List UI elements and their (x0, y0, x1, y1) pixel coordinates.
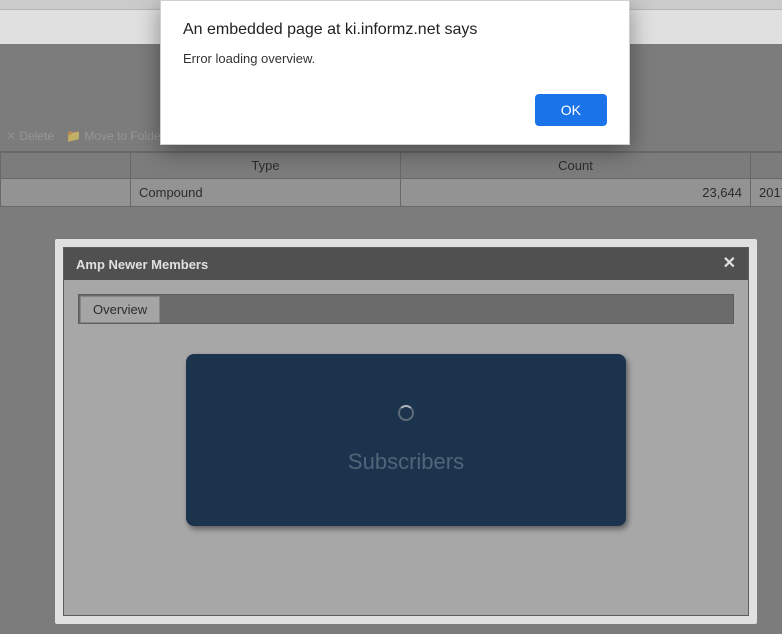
panel-outer: Amp Newer Members ✕ Overview Subscribers (55, 239, 757, 624)
alert-dialog: An embedded page at ki.informz.net says … (160, 0, 630, 145)
table-header-row: Type Count (1, 153, 782, 179)
col-year-header (751, 153, 782, 179)
subscribers-card[interactable]: Subscribers (186, 354, 626, 526)
cell-year: 2017 (751, 179, 782, 207)
col-type-header: Type (131, 153, 401, 179)
ok-button[interactable]: OK (535, 94, 607, 126)
tab-overview[interactable]: Overview (80, 296, 160, 323)
delete-action[interactable]: ✕ Delete (6, 129, 54, 143)
alert-title: An embedded page at ki.informz.net says (183, 21, 607, 39)
panel-content: Subscribers (78, 324, 734, 526)
panel-header: Amp Newer Members ✕ (64, 248, 748, 280)
move-action[interactable]: 📁 Move to Folder (66, 129, 164, 143)
alert-actions: OK (183, 94, 607, 126)
data-table: Type Count Compound 23,644 2017 (0, 152, 782, 207)
alert-message: Error loading overview. (183, 51, 607, 66)
move-label: Move to Folder (84, 129, 164, 143)
tab-strip: Overview (78, 294, 734, 324)
subscribers-label: Subscribers (348, 449, 464, 475)
folder-icon: 📁 (66, 129, 81, 143)
close-icon[interactable]: ✕ (723, 256, 736, 272)
panel-body: Overview Subscribers (64, 280, 748, 540)
cell-type: Compound (131, 179, 401, 207)
cell-count: 23,644 (401, 179, 751, 207)
delete-label: Delete (19, 129, 54, 143)
cell-blank (1, 179, 131, 207)
col-blank-header (1, 153, 131, 179)
panel-title: Amp Newer Members (76, 257, 208, 272)
loading-spinner-icon (398, 405, 414, 421)
trash-icon: ✕ (6, 129, 16, 143)
toolbar-actions: ✕ Delete 📁 Move to Folder (6, 129, 164, 143)
panel: Amp Newer Members ✕ Overview Subscribers (63, 247, 749, 616)
table-row[interactable]: Compound 23,644 2017 (1, 179, 782, 207)
col-count-header: Count (401, 153, 751, 179)
